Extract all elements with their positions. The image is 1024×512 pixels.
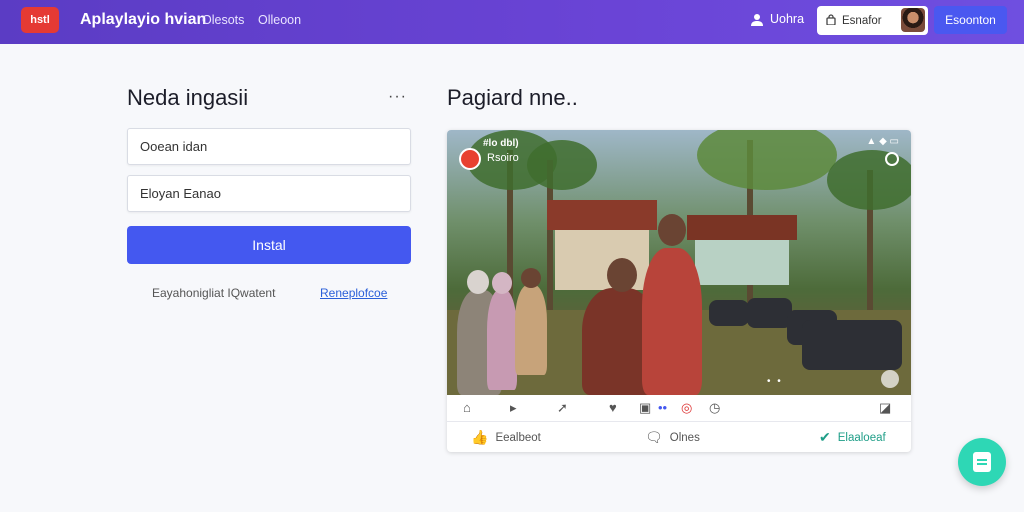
avatar[interactable] <box>901 8 925 32</box>
user-icon <box>750 13 764 26</box>
login-title: Neda ingasii <box>127 85 249 110</box>
user-link[interactable]: Uohra <box>750 12 804 26</box>
comment-action[interactable]: 👍 Eealbeot <box>471 429 541 446</box>
password-input[interactable] <box>140 186 410 201</box>
post-handle: #lo dbl) <box>483 138 519 149</box>
share-label: Olnes <box>669 431 700 444</box>
nav-link-1[interactable]: Olesots <box>202 13 244 27</box>
profile-badge[interactable] <box>459 148 481 170</box>
save-action[interactable]: ✔ Elaaloeaf <box>819 429 886 446</box>
account-box[interactable]: Esnafor <box>817 6 928 35</box>
home-icon[interactable]: ⌂ <box>463 400 471 415</box>
username-input[interactable] <box>140 139 410 154</box>
save-icon[interactable]: ◪ <box>879 400 891 416</box>
expand-icon[interactable] <box>881 370 899 388</box>
chat-icon: 🗨 <box>645 429 663 445</box>
play-icon[interactable]: ▸ <box>510 400 517 416</box>
app-logo[interactable]: hstl <box>21 7 59 33</box>
password-field[interactable] <box>127 175 411 212</box>
thumb-icon: 👍 <box>471 429 489 445</box>
check-shield-icon: ✔ <box>819 429 831 445</box>
submit-button[interactable]: Instal <box>127 226 411 264</box>
action-row: ⌂ ▸ ➚ ♥ ▣ •• ◎ ◷ ◪ <box>447 395 911 422</box>
helper-link[interactable]: Reneplofcoe <box>320 286 387 300</box>
lock-icon <box>826 13 836 28</box>
clock-icon[interactable]: ◷ <box>709 400 720 416</box>
heart-icon[interactable]: ♥ <box>609 400 617 415</box>
post-subtitle: Rsoiro <box>487 152 519 164</box>
dots-icon[interactable]: •• <box>658 400 667 415</box>
photo-options-icon[interactable] <box>885 152 899 166</box>
floating-action-button[interactable] <box>958 438 1006 486</box>
username-field[interactable] <box>127 128 411 165</box>
app-brand[interactable]: Aplaylayio hvian <box>80 11 206 29</box>
post-actions: 👍 Eealbeot 🗨 Olnes ✔ Elaaloeaf <box>447 422 911 452</box>
share-arrow-icon[interactable]: ➚ <box>557 400 568 416</box>
comment-label: Eealbeot <box>495 431 541 444</box>
document-icon <box>973 452 991 472</box>
user-link-label: Uohra <box>770 12 805 26</box>
header-action-button[interactable]: Esoonton <box>934 6 1007 34</box>
more-options-icon[interactable]: ··· <box>388 88 407 106</box>
notification-icon[interactable]: ◎ <box>681 400 692 416</box>
post-title: Pagiard nne.. <box>447 85 578 110</box>
post-card: #lo dbl) Rsoiro ▲ ◆ ▭ • • ⌂ ▸ ➚ ♥ ▣ •• ◎… <box>447 130 911 452</box>
share-action[interactable]: 🗨 Olnes <box>645 429 700 446</box>
post-photo[interactable]: #lo dbl) Rsoiro ▲ ◆ ▭ • • <box>447 130 911 395</box>
save-label: Elaaloeaf <box>837 431 886 444</box>
nav-link-2[interactable]: Olleoon <box>258 13 301 27</box>
top-bar: hstl Aplaylayio hvian Olesots Olleoon Uo… <box>0 0 1024 44</box>
carousel-dots[interactable]: • • <box>767 376 783 387</box>
helper-text: Eayahonigliat IQwatent <box>152 286 276 300</box>
status-icons: ▲ ◆ ▭ <box>866 136 899 147</box>
bookmark-icon[interactable]: ▣ <box>639 400 651 416</box>
account-label: Esnafor <box>842 14 882 27</box>
